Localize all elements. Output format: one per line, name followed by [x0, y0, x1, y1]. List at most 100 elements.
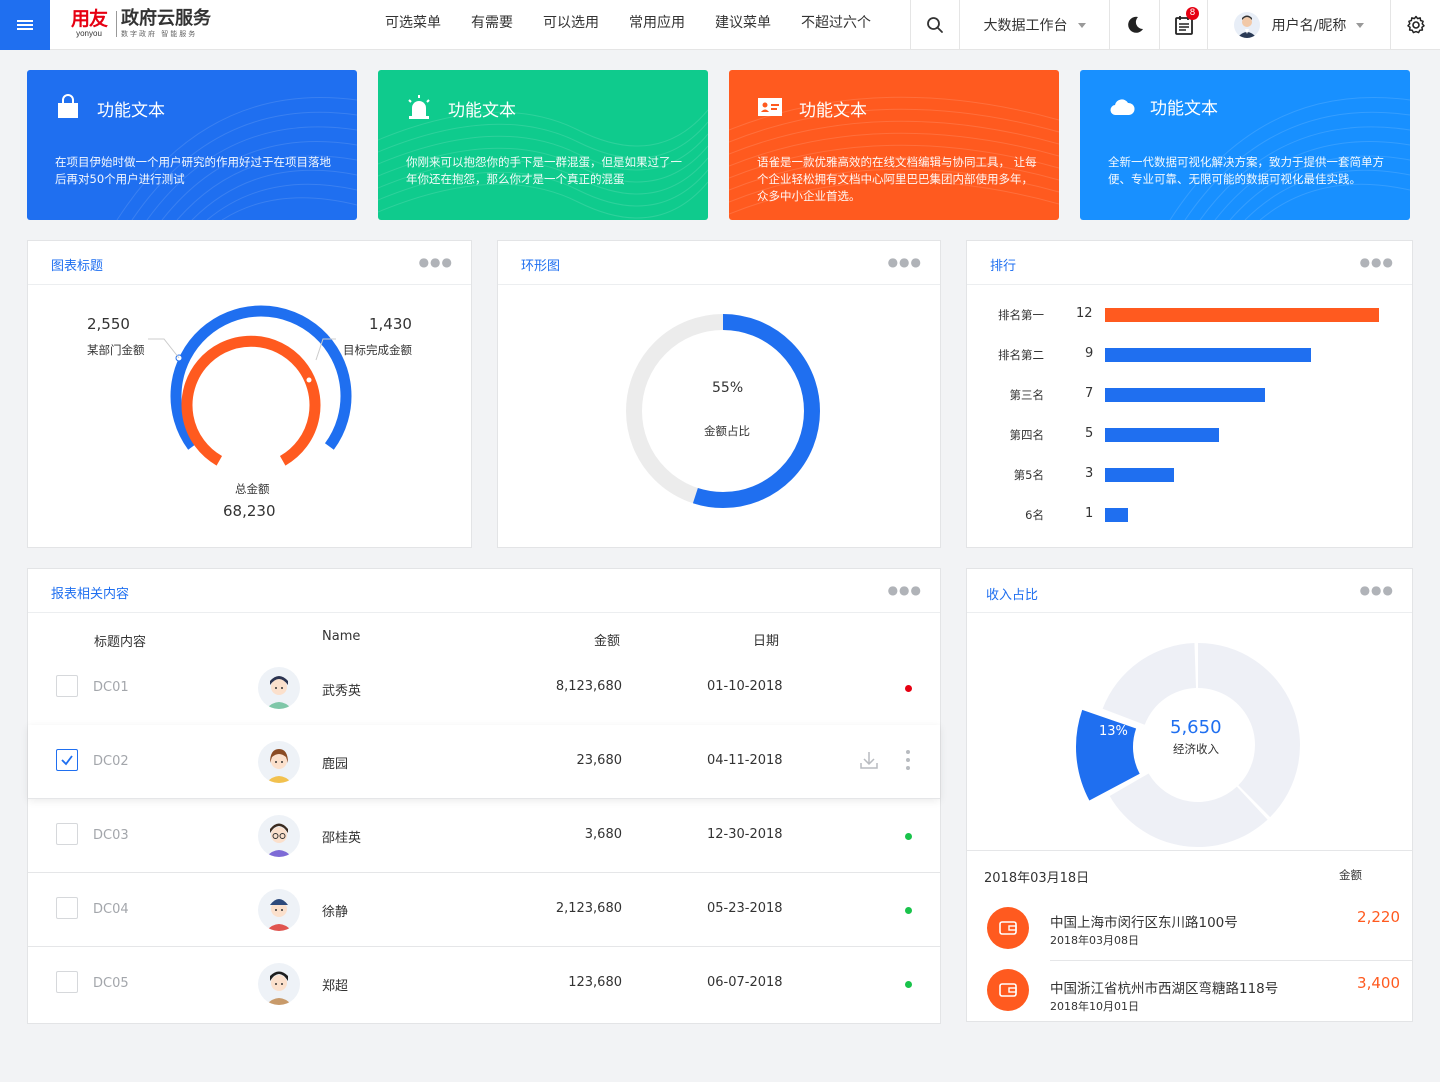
download-icon[interactable] [858, 749, 880, 771]
search-button[interactable] [910, 0, 959, 50]
feature-title: 功能文本 [97, 101, 165, 121]
status-dot [905, 685, 912, 692]
feature-card[interactable]: 功能文本 在项目伊始时做一个用户研究的作用好过于在项目落地后再对50个用户进行测… [27, 70, 357, 220]
ring-label: 金额占比 [704, 424, 750, 438]
panel-title: 排行 [990, 259, 1017, 274]
settings-button[interactable] [1390, 0, 1440, 50]
rank-bar [1105, 508, 1128, 522]
col-header[interactable]: 金额 [594, 630, 620, 649]
more-icon[interactable]: ●●● [1360, 255, 1394, 269]
income-item-date: 2018年10月01日 [1050, 1000, 1139, 1013]
more-vertical-icon[interactable] [905, 749, 911, 771]
check-icon [61, 755, 73, 766]
table-row[interactable]: DC02 鹿园 23,680 04-11-2018 [28, 725, 940, 799]
row-date: 04-11-2018 [707, 753, 783, 768]
feature-card[interactable]: 功能文本 语雀是一款优雅高效的在线文档编辑与协同工具， 让每个企业轻松拥有文档中… [729, 70, 1059, 220]
row-amount: 23,680 [576, 753, 623, 768]
more-icon[interactable]: ●●● [1360, 583, 1394, 597]
row-checkbox[interactable] [56, 897, 78, 919]
shopping-bag-icon [58, 94, 78, 118]
workbench-select[interactable]: 大数据工作台 [959, 0, 1109, 50]
center-label: 经济收入 [1173, 742, 1219, 756]
wallet-icon [987, 907, 1029, 949]
row-date: 12-30-2018 [707, 827, 783, 842]
row-name: 鹿园 [322, 757, 349, 772]
row-date: 06-07-2018 [707, 975, 783, 990]
col-header[interactable]: Name [322, 629, 360, 644]
nav-item[interactable]: 可选菜单 [370, 0, 456, 50]
nav-item[interactable]: 可以选用 [528, 0, 614, 50]
left-label: 某部门金额 [87, 343, 145, 357]
rank-row: 排名第一 12 [967, 305, 1407, 325]
feature-card[interactable]: 功能文本 你刚来可以抱怨你的手下是一群混蛋，但是如果过了一年你还在抱怨，那么你才… [378, 70, 708, 220]
row-checkbox[interactable] [56, 675, 78, 697]
status-dot [905, 907, 912, 914]
feature-desc: 语雀是一款优雅高效的在线文档编辑与协同工具， 让每个企业轻松拥有文档中心阿里巴巴… [757, 155, 1037, 203]
income-date: 2018年03月18日 [984, 871, 1090, 886]
rank-label: 排名第一 [998, 308, 1044, 322]
row-date: 05-23-2018 [707, 901, 783, 916]
header-actions: 大数据工作台 8 用户名/昵称 [910, 0, 1440, 50]
nav-item[interactable]: 有需要 [456, 0, 528, 50]
cloud-icon [1110, 99, 1135, 116]
ring-chart [626, 314, 820, 508]
more-icon[interactable]: ●●● [888, 583, 922, 597]
avatar [258, 815, 300, 857]
row-name: 徐静 [322, 905, 349, 920]
rank-bar [1105, 308, 1379, 322]
income-divider [1050, 960, 1412, 961]
brand-subtitle: 数字政府 智能服务 [121, 30, 198, 38]
row-amount: 123,680 [568, 975, 622, 990]
total-label: 总金额 [235, 482, 270, 496]
table-row[interactable]: DC01 武秀英 8,123,680 01-10-2018 [28, 653, 940, 727]
col-header[interactable]: 标题内容 [94, 631, 146, 650]
table-row[interactable]: DC04 徐静 2,123,680 05-23-2018 [28, 873, 940, 947]
row-code: DC01 [93, 680, 129, 695]
nav-item[interactable]: 建议菜单 [700, 0, 786, 50]
wave-pattern [116, 97, 357, 220]
alarm-light-icon [408, 95, 430, 119]
row-checkbox[interactable] [56, 749, 78, 771]
nav-item[interactable]: 不超过六个 [786, 0, 886, 50]
feature-card[interactable]: 功能文本 全新一代数据可视化解决方案，致力于提供一套简单方便、专业可靠、无限可能… [1080, 70, 1410, 220]
row-checkbox[interactable] [56, 971, 78, 993]
workbench-label: 大数据工作台 [983, 18, 1068, 34]
rank-row: 第四名 5 [967, 425, 1407, 445]
nav-item[interactable]: 常用应用 [614, 0, 700, 50]
more-icon[interactable]: ●●● [888, 255, 922, 269]
rank-value: 3 [1085, 466, 1094, 481]
panel-header: 环形图 ●●● [498, 241, 940, 285]
user-menu[interactable]: 用户名/昵称 [1207, 0, 1390, 50]
col-header[interactable]: 日期 [753, 630, 779, 649]
center-value: 5,650 [1170, 717, 1222, 738]
rank-value: 12 [1076, 306, 1093, 321]
income-amount: 3,400 [1357, 974, 1400, 992]
notification-button[interactable]: 8 [1159, 0, 1207, 50]
table-row[interactable]: DC05 郑超 123,680 06-07-2018 [28, 947, 940, 1021]
rank-label: 6名 [1025, 508, 1044, 522]
income-list-item[interactable]: 中国上海市闵行区东川路100号 2018年03月08日 2,220 [967, 899, 1411, 963]
gear-icon [1406, 15, 1425, 34]
rank-label: 第四名 [1009, 428, 1045, 442]
row-code: DC03 [93, 828, 129, 843]
more-icon[interactable]: ●●● [419, 255, 453, 269]
row-checkbox[interactable] [56, 823, 78, 845]
outer-arc [170, 305, 352, 450]
theme-toggle-button[interactable] [1109, 0, 1159, 50]
row-name: 郑超 [322, 979, 349, 994]
donut-slice[interactable] [1102, 643, 1197, 725]
feature-desc: 全新一代数据可视化解决方案，致力于提供一套简单方便、专业可靠、无限可能的数据可视… [1108, 155, 1384, 186]
panel-header: 图表标题 ●●● [28, 241, 471, 285]
table-row[interactable]: DC03 邵桂英 3,680 12-30-2018 [28, 799, 940, 873]
row-amount: 2,123,680 [555, 901, 622, 916]
menu-toggle-button[interactable] [0, 0, 50, 50]
ring-percent: 55% [712, 380, 744, 396]
income-item-date: 2018年03月08日 [1050, 934, 1139, 947]
rank-label: 第三名 [1009, 388, 1045, 402]
row-amount: 3,680 [584, 827, 622, 842]
marker-dot [305, 376, 313, 384]
brand-logo[interactable]: 用友 yonyou 政府云服务 数字政府 智能服务 [66, 9, 211, 41]
feature-desc: 你刚来可以抱怨你的手下是一群混蛋，但是如果过了一年你还在抱怨，那么你才是一个真正… [406, 155, 682, 186]
feature-desc: 在项目伊始时做一个用户研究的作用好过于在项目落地后再对50个用户进行测试 [55, 155, 331, 186]
income-list-item[interactable]: 中国浙江省杭州市西湖区弯糖路118号 2018年10月01日 3,400 [967, 965, 1411, 1029]
